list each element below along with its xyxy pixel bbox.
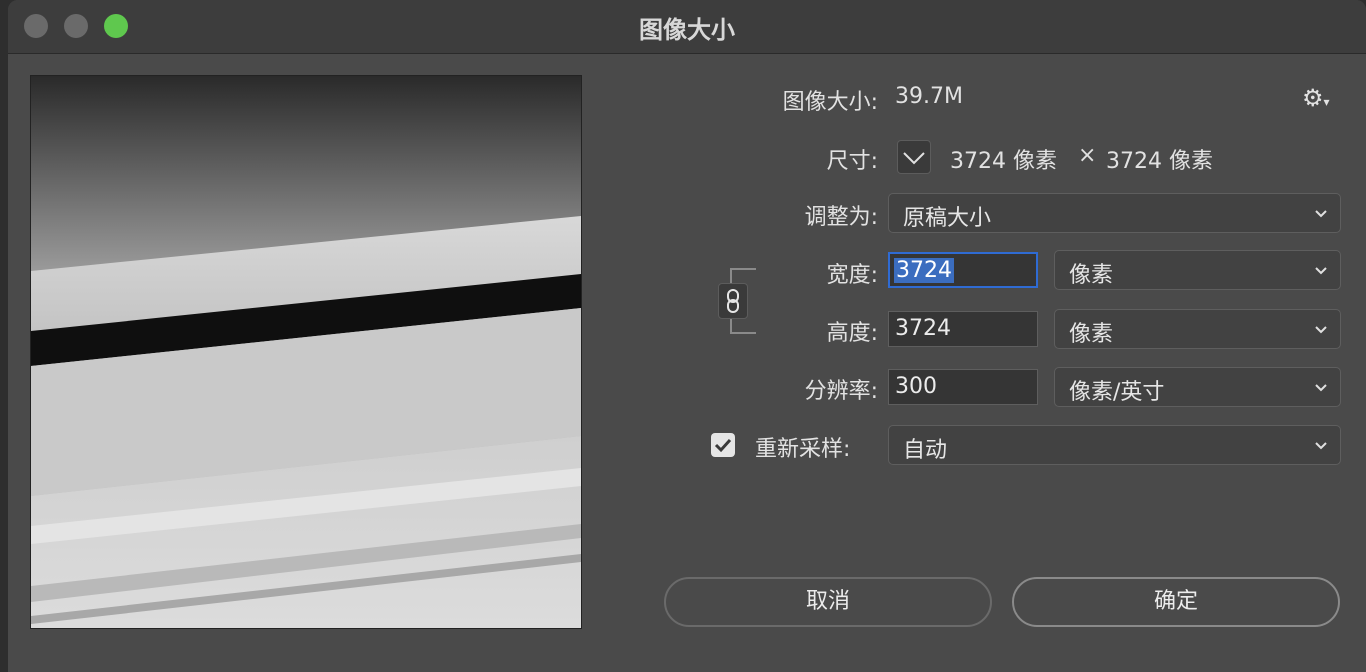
resolution-unit-value: 像素/英寸	[1069, 380, 1165, 405]
height-value: 3724	[895, 316, 951, 341]
image-size-label: 图像大小:	[782, 90, 878, 115]
chevron-down-icon	[1315, 210, 1327, 218]
width-label: 宽度:	[826, 263, 878, 288]
height-input[interactable]: 3724	[888, 311, 1038, 347]
width-unit-select[interactable]: 像素	[1054, 250, 1341, 290]
resample-label: 重新采样:	[755, 437, 851, 462]
fit-to-select[interactable]: 原稿大小	[888, 193, 1341, 233]
width-unit-value: 像素	[1069, 263, 1114, 288]
fit-to-value: 原稿大小	[903, 206, 992, 231]
preview-photo	[31, 76, 581, 628]
width-input[interactable]: 3724	[888, 252, 1038, 288]
window-title: 图像大小	[639, 16, 735, 44]
dimensions-height: 3724 像素	[1106, 149, 1213, 174]
resolution-value: 300	[895, 374, 937, 399]
dimensions-times: ×	[1078, 143, 1097, 168]
dimensions-label: 尺寸:	[826, 149, 878, 174]
chevron-down-icon	[1315, 267, 1327, 275]
chevron-down-icon	[1315, 442, 1327, 450]
image-size-value: 39.7M	[895, 84, 963, 109]
image-preview[interactable]	[30, 75, 582, 629]
resolution-unit-select[interactable]: 像素/英寸	[1054, 367, 1341, 407]
gear-icon[interactable]: ⚙▾	[1302, 84, 1330, 112]
ok-button[interactable]: 确定	[1012, 577, 1340, 627]
resolution-label: 分辨率:	[804, 379, 878, 404]
resample-checkbox[interactable]	[711, 433, 735, 457]
resolution-input[interactable]: 300	[888, 369, 1038, 405]
resample-select[interactable]: 自动	[888, 425, 1341, 465]
check-icon	[714, 438, 732, 453]
resample-value: 自动	[903, 438, 948, 463]
width-value: 3724	[894, 258, 954, 283]
link-icon	[727, 289, 739, 313]
chevron-down-icon	[1315, 326, 1327, 334]
cancel-button[interactable]: 取消	[664, 577, 992, 627]
chevron-down-icon	[1315, 384, 1327, 392]
title-bar: 图像大小	[8, 0, 1366, 54]
dimensions-unit-menu-button[interactable]	[897, 140, 931, 174]
image-size-dialog: 图像大小 图像大小: 39.7M ⚙▾ 尺寸: 3724 像素 × 3724 像…	[8, 0, 1366, 672]
height-unit-value: 像素	[1069, 322, 1114, 347]
chevron-down-icon	[903, 152, 925, 165]
height-unit-select[interactable]: 像素	[1054, 309, 1341, 349]
dimensions-width: 3724 像素	[950, 149, 1057, 174]
height-label: 高度:	[826, 321, 878, 346]
fit-to-label: 调整为:	[804, 205, 878, 230]
